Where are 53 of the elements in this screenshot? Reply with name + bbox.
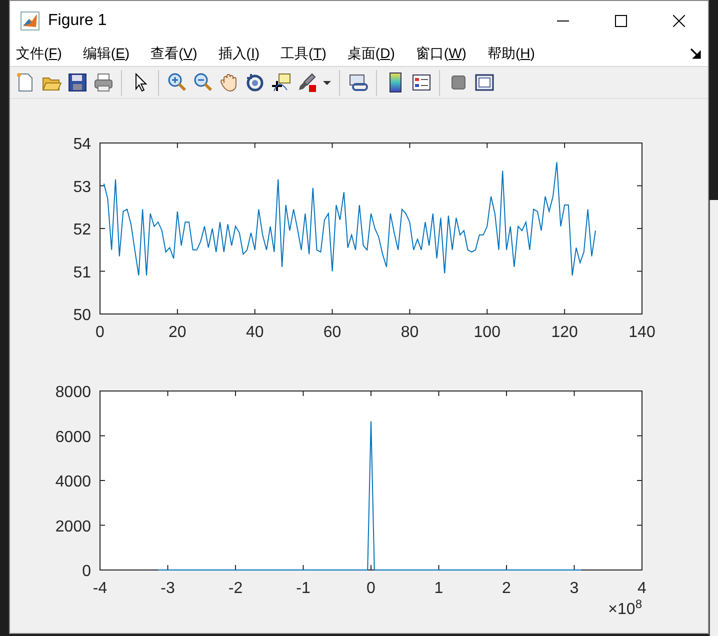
zoom-in-icon xyxy=(166,72,188,93)
window-panel-icon xyxy=(474,72,494,93)
menu-item[interactable]: 帮助(H) xyxy=(487,43,544,64)
tick-label: 0 xyxy=(82,563,91,580)
menu-item[interactable]: 插入(I) xyxy=(218,43,269,64)
tick-label: 120 xyxy=(551,324,578,341)
dock-arrow-icon[interactable] xyxy=(690,48,702,60)
menu-item[interactable]: 窗口(W) xyxy=(416,43,476,64)
tick-label: 53 xyxy=(73,178,91,196)
tick-label: 1 xyxy=(434,580,444,597)
tick-label: 60 xyxy=(323,324,342,341)
tick-label: 54 xyxy=(73,136,91,153)
tick-label: 52 xyxy=(73,222,91,238)
tick-label: 51 xyxy=(73,264,91,282)
tick-label: 0 xyxy=(96,324,104,341)
menu-item[interactable]: 文件(F) xyxy=(16,43,71,64)
linked-plot-icon xyxy=(348,72,368,93)
tick-label: 100 xyxy=(474,324,500,341)
printer-icon xyxy=(92,72,114,93)
tick-label: 0 xyxy=(366,580,376,597)
menu-item[interactable]: 编辑(E) xyxy=(82,43,139,64)
menu-item[interactable]: 工具(T) xyxy=(280,43,336,64)
axis-exponent-label: ×10$^{8}$ xyxy=(608,598,642,620)
tick-label: 8000 xyxy=(55,384,91,401)
tick-label: -3 xyxy=(160,580,175,597)
caret-icon xyxy=(323,80,331,84)
tick-label: -2 xyxy=(228,580,243,597)
legend-icon xyxy=(410,72,432,93)
close-icon xyxy=(673,15,685,27)
tick-label: 50 xyxy=(73,307,91,324)
hand-icon xyxy=(218,72,240,93)
maximize-icon xyxy=(615,15,627,27)
tick-label: 2 xyxy=(502,580,511,597)
tick-label: 6000 xyxy=(55,428,91,446)
tick-label: 20 xyxy=(168,324,186,341)
tick-label: -1 xyxy=(296,580,310,597)
tick-label: 80 xyxy=(400,324,419,341)
tick-label: 2000 xyxy=(55,518,91,536)
brush-icon xyxy=(296,72,318,93)
window-title: Figure 1 xyxy=(48,11,107,31)
tick-label: 3 xyxy=(570,580,579,597)
menu-item[interactable]: 查看(V) xyxy=(150,43,206,64)
tick-label: 4000 xyxy=(55,474,91,490)
rotate-icon xyxy=(244,72,266,93)
tick-label: -4 xyxy=(92,580,108,597)
app-logo-icon xyxy=(20,11,40,31)
tick-label: 4 xyxy=(638,580,646,597)
menu-item[interactable]: 桌面(D) xyxy=(347,43,404,64)
zoom-out-icon xyxy=(192,72,214,93)
new-file-icon xyxy=(14,72,36,93)
tick-label: 40 xyxy=(246,324,264,341)
tick-label: 140 xyxy=(628,324,656,341)
data-cursor-icon xyxy=(270,72,292,93)
